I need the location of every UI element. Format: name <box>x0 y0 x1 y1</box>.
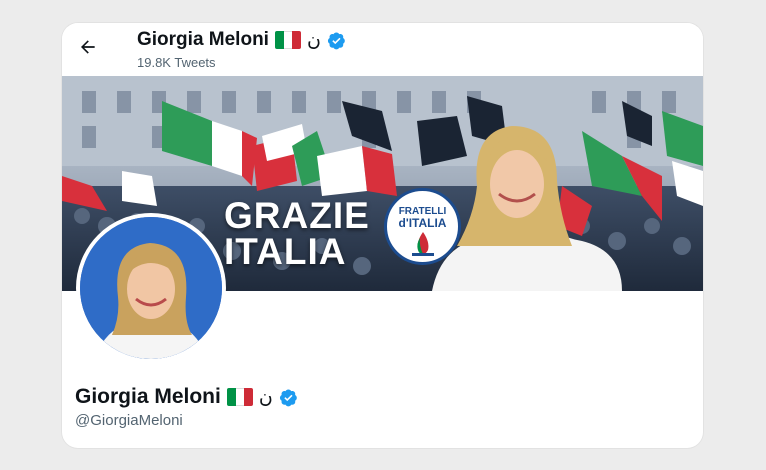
profile-avatar[interactable] <box>76 213 226 363</box>
nun-symbol: ن <box>306 28 321 51</box>
avatar-photo <box>80 217 222 359</box>
nun-symbol: ن <box>258 385 273 408</box>
profile-name-row: Giorgia Meloni ن <box>75 385 298 409</box>
banner-headline-line1: GRAZIE <box>224 195 370 236</box>
tweet-count: 19.8K Tweets <box>137 55 216 70</box>
back-button[interactable] <box>76 35 100 59</box>
header-display-name: Giorgia Meloni <box>137 29 269 50</box>
flame-icon <box>411 232 434 256</box>
italy-flag-icon <box>226 388 253 406</box>
verified-badge-icon <box>327 31 345 49</box>
profile-display-name: Giorgia Meloni <box>75 385 221 408</box>
arrow-left-icon <box>81 40 95 54</box>
verified-badge-icon <box>279 388 297 406</box>
banner-headline: GRAZIE ITALIA <box>224 195 370 272</box>
party-logo: FRATELLI d'ITALIA <box>384 188 461 265</box>
header-name-row: Giorgia Meloni ن <box>137 29 346 51</box>
profile-header-bar: Giorgia Meloni ن 19.8K Tweets <box>62 23 703 76</box>
profile-card: Giorgia Meloni ن 19.8K Tweets GRAZIE ITA… <box>62 23 703 448</box>
banner-headline-line2: ITALIA <box>224 231 347 272</box>
party-logo-line2: d'ITALIA <box>398 216 447 230</box>
italy-flag-icon <box>274 31 301 49</box>
profile-handle: @GiorgiaMeloni <box>75 412 183 429</box>
